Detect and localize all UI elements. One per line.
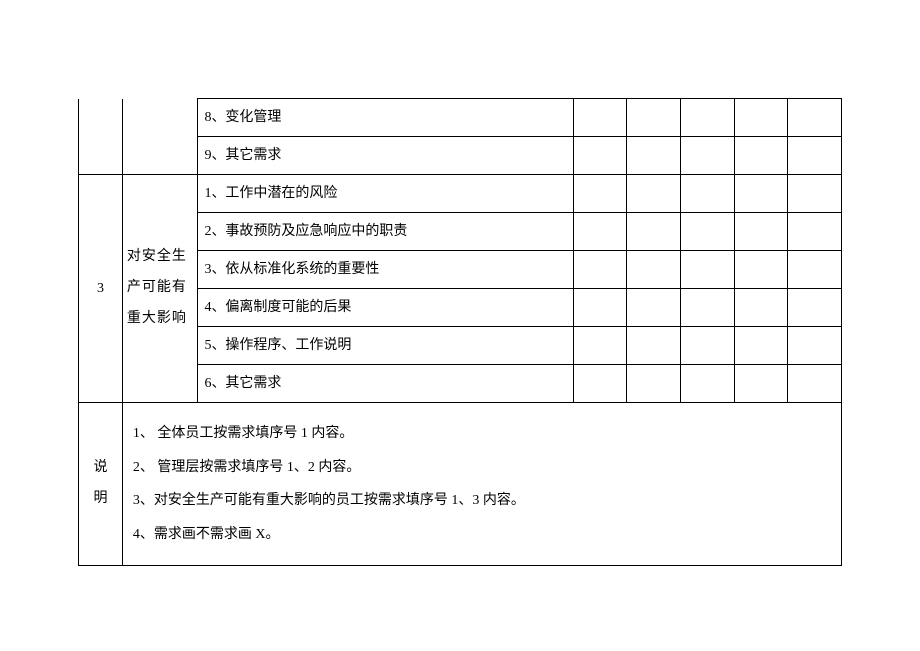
- check-cell: [573, 251, 627, 289]
- check-cell: [681, 99, 735, 137]
- item-cell: 5、操作程序、工作说明: [198, 327, 573, 365]
- item-cell: 4、偏离制度可能的后果: [198, 289, 573, 327]
- check-cell: [627, 213, 681, 251]
- check-cell: [573, 289, 627, 327]
- check-cell: [788, 365, 842, 403]
- check-cell: [573, 213, 627, 251]
- notes-line: 2、 管理层按需求填序号 1、2 内容。: [133, 451, 831, 485]
- check-cell: [734, 137, 788, 175]
- item-cell: 2、事故预防及应急响应中的职责: [198, 213, 573, 251]
- check-cell: [734, 365, 788, 403]
- category-cell: 对安全生产可能有重大影响: [122, 175, 198, 403]
- table-row: 3 对安全生产可能有重大影响 1、工作中潜在的风险: [79, 175, 842, 213]
- check-cell: [681, 289, 735, 327]
- check-cell: [627, 175, 681, 213]
- check-cell: [573, 175, 627, 213]
- check-cell: [681, 175, 735, 213]
- check-cell: [573, 365, 627, 403]
- item-cell: 6、其它需求: [198, 365, 573, 403]
- check-cell: [681, 327, 735, 365]
- num-cell: 3: [79, 175, 123, 403]
- check-cell: [627, 289, 681, 327]
- category-text: 对安全生产可能有重大影响: [127, 242, 194, 334]
- check-cell: [627, 99, 681, 137]
- check-cell: [734, 175, 788, 213]
- notes-row: 说明 1、 全体员工按需求填序号 1 内容。 2、 管理层按需求填序号 1、2 …: [79, 403, 842, 566]
- check-cell: [788, 99, 842, 137]
- check-cell: [734, 213, 788, 251]
- notes-line: 3、对安全生产可能有重大影响的员工按需求填序号 1、3 内容。: [133, 484, 831, 518]
- check-cell: [734, 251, 788, 289]
- notes-line: 4、需求画不需求画 X。: [133, 518, 831, 552]
- notes-label-char: 说: [93, 460, 107, 475]
- check-cell: [627, 137, 681, 175]
- notes-label-cell: 说明: [79, 403, 123, 566]
- check-cell: [788, 289, 842, 327]
- form-table-container: 8、变化管理 9、其它需求 3 对安全生产可能有重大影响 1、工作中潜在的风险: [78, 98, 842, 566]
- check-cell: [788, 137, 842, 175]
- notes-content-cell: 1、 全体员工按需求填序号 1 内容。 2、 管理层按需求填序号 1、2 内容。…: [122, 403, 841, 566]
- check-cell: [788, 251, 842, 289]
- check-cell: [788, 327, 842, 365]
- check-cell: [681, 137, 735, 175]
- table-row: 8、变化管理: [79, 99, 842, 137]
- notes-label-char: 明: [93, 491, 107, 506]
- check-cell: [734, 327, 788, 365]
- check-cell: [573, 137, 627, 175]
- category-cell-blank: [122, 99, 198, 175]
- check-cell: [573, 327, 627, 365]
- notes-line: 1、 全体员工按需求填序号 1 内容。: [133, 417, 831, 451]
- check-cell: [681, 251, 735, 289]
- check-cell: [788, 175, 842, 213]
- item-cell: 8、变化管理: [198, 99, 573, 137]
- check-cell: [573, 99, 627, 137]
- check-cell: [627, 251, 681, 289]
- check-cell: [734, 99, 788, 137]
- form-table: 8、变化管理 9、其它需求 3 对安全生产可能有重大影响 1、工作中潜在的风险: [78, 98, 842, 566]
- check-cell: [681, 365, 735, 403]
- num-cell-blank: [79, 99, 123, 175]
- check-cell: [788, 213, 842, 251]
- check-cell: [681, 213, 735, 251]
- check-cell: [627, 327, 681, 365]
- notes-label: 说明: [85, 453, 116, 515]
- item-cell: 3、依从标准化系统的重要性: [198, 251, 573, 289]
- check-cell: [627, 365, 681, 403]
- check-cell: [734, 289, 788, 327]
- item-cell: 9、其它需求: [198, 137, 573, 175]
- item-cell: 1、工作中潜在的风险: [198, 175, 573, 213]
